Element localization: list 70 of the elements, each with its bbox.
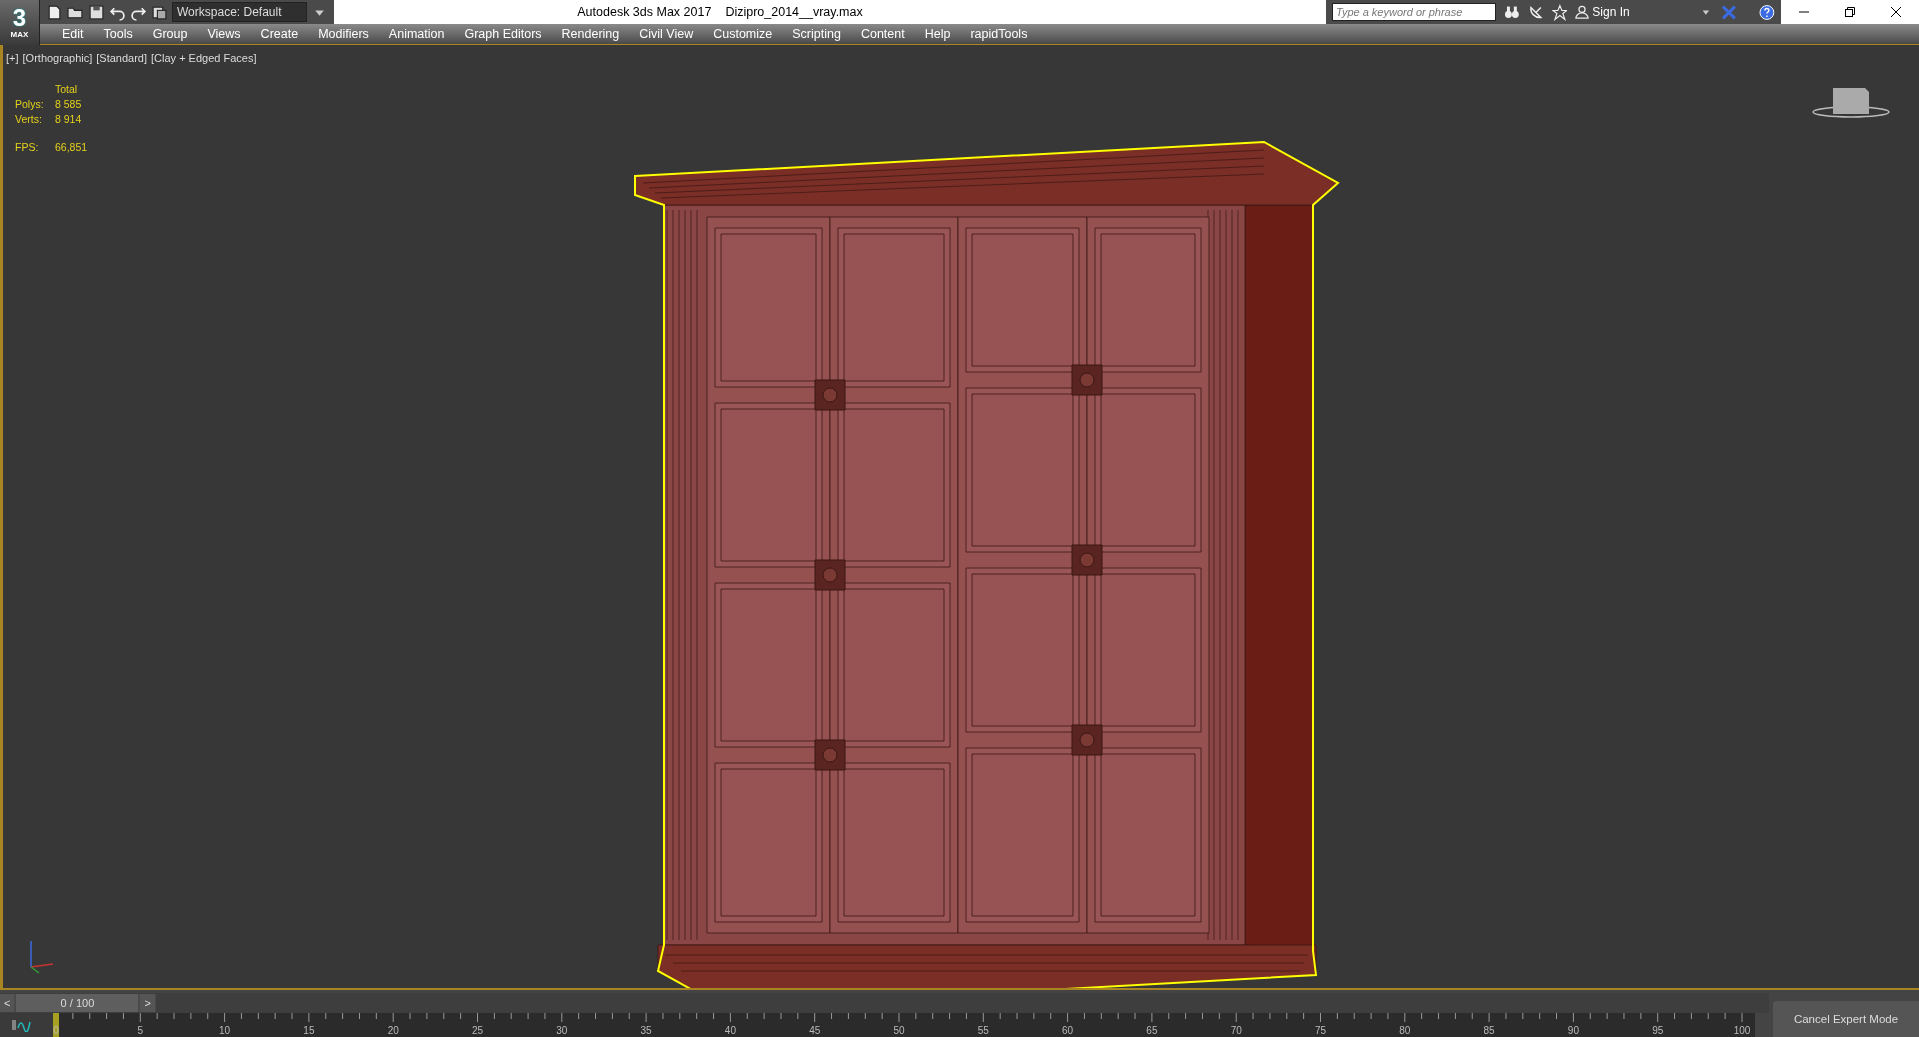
menu-item[interactable]: Help [912,24,959,44]
search-field[interactable]: Type a keyword or phrase [1332,3,1496,21]
menu-item[interactable]: Customize [701,24,781,44]
menu-item[interactable]: Graph Editors [452,24,550,44]
frame-label: 90 [1567,1025,1579,1036]
save-icon[interactable] [88,3,105,21]
menu-item[interactable]: Scripting [780,24,849,44]
stat-label: Polys: [15,98,45,110]
frame-label: 20 [387,1025,399,1036]
viewport-label[interactable]: [Orthographic] [22,52,93,64]
frame-label: 80 [1399,1025,1411,1036]
previous-frame-button[interactable]: < [0,994,15,1012]
fps-label: FPS: [15,141,40,153]
frame-label: 25 [471,1025,484,1036]
stats-header: Total [55,83,79,95]
viewport-label[interactable]: [Clay + Edged Faces] [151,52,257,64]
menu-item[interactable]: rapidTools [958,24,1036,44]
menu-item[interactable]: Tools [91,24,141,44]
frame-label: 70 [1230,1025,1242,1036]
sign-in-button[interactable]: Sign In [1575,5,1630,19]
menu-item[interactable]: Rendering [549,24,628,44]
cancel-expert-mode-button[interactable]: Cancel Expert Mode [1773,1001,1919,1037]
frame-label: 60 [1062,1025,1074,1036]
viewport-label[interactable]: [Standard] [96,52,147,64]
frame-label: 5 [137,1025,144,1036]
restore-icon [1845,7,1855,17]
next-frame-button[interactable]: > [140,994,155,1012]
menu-item[interactable]: Modifiers [306,24,377,44]
frame-label: 95 [1652,1025,1664,1036]
star-icon[interactable] [1551,3,1568,21]
person-icon [1575,5,1590,19]
frame-label: 10 [219,1025,231,1036]
app-menu-button[interactable]: 3 MAX [0,0,40,45]
new-file-icon[interactable] [46,3,63,21]
frame-label: 75 [1314,1025,1327,1036]
frame-label: 30 [556,1025,568,1036]
stat-value: 8 585 [55,98,83,110]
time-slider[interactable]: < 0 / 100 > [0,993,1769,1013]
help-icon[interactable] [1759,3,1775,21]
frame-label: 45 [809,1025,821,1036]
frame-label: 55 [977,1025,989,1036]
satellite-icon[interactable] [1527,3,1544,21]
frame-label: 0 [53,1025,59,1036]
frame-counter[interactable]: 0 / 100 [16,994,139,1012]
frame-label: 35 [640,1025,652,1036]
slider-thumb[interactable]: < 0 / 100 > [0,994,156,1012]
fps-value: 66,851 [55,141,88,153]
stat-label: Verts: [15,113,43,125]
menu-item[interactable]: Animation [376,24,453,44]
frame-label: 65 [1146,1025,1158,1036]
curve-editor-icon[interactable] [12,1018,32,1032]
menu-item[interactable]: Content [848,24,913,44]
frame-label: 50 [893,1025,905,1036]
time-marker [53,1013,59,1037]
viewport-label[interactable]: [+] [6,52,19,64]
menu-item[interactable]: Edit [50,24,92,44]
menu-item[interactable]: Group [140,24,196,44]
menu-item[interactable]: Civil View [627,24,702,44]
frame-label: 100 [1733,1025,1751,1036]
file-name: Dizipro_2014__vray.max [725,5,863,19]
frame-label: 85 [1483,1025,1495,1036]
stat-value: 8 914 [55,113,83,125]
time-ruler[interactable]: 0 5 10 15 20 25 30 35 40 45 50 55 60 65 70 75 80 85 90 95 100 [0,1013,1755,1037]
menu-item[interactable]: Views [195,24,249,44]
frame-label: 15 [303,1025,315,1036]
close-icon [1891,7,1901,17]
window-title: Autodesk 3ds Max 2017 [577,5,712,19]
menu-item[interactable]: Create [248,24,307,44]
frame-label: 40 [724,1025,736,1036]
workspace-dropdown[interactable]: Workspace: Default [172,2,307,22]
